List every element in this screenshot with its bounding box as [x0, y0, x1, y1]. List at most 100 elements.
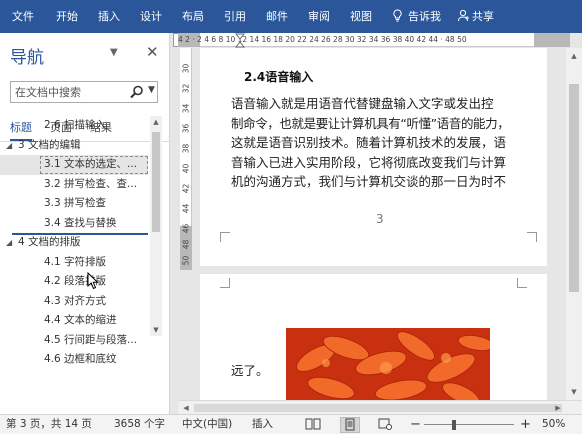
- tree-item[interactable]: 3.3 拼写检查: [0, 194, 148, 214]
- print-layout-button[interactable]: [340, 417, 360, 433]
- page-number: 3: [376, 212, 384, 226]
- body-paragraph: 远了。: [231, 363, 269, 378]
- ruler-tick-label: 40: [181, 163, 191, 174]
- heading-tree: 2.6 扫描输入 ◢ 3 文档的编辑 3.1 文本的选定、... 3.2 拼写检查…: [0, 116, 148, 370]
- ruler-tick-label: 30: [181, 63, 191, 74]
- share-button[interactable]: 共享: [451, 0, 504, 33]
- scroll-down-icon[interactable]: ▼: [568, 386, 580, 398]
- insert-mode[interactable]: 插入: [252, 415, 273, 434]
- page-icon: [345, 418, 355, 431]
- tree-item-label: 4 文档的排版: [18, 236, 81, 248]
- flower-image[interactable]: [286, 328, 490, 400]
- tree-item[interactable]: 4.1 字符排版: [0, 253, 148, 273]
- ruler-tick-label: 42: [181, 183, 191, 194]
- collapse-triangle-icon[interactable]: ◢: [6, 233, 12, 253]
- zoom-out-button[interactable]: −: [410, 415, 421, 434]
- drop-indicator: [12, 233, 148, 235]
- tree-item-label: 4.5 行间距与段落...: [44, 333, 138, 346]
- paragraph-line: 机的沟通方式，我们与计算机交谈的那一日为时不: [231, 174, 507, 189]
- tree-item-label: 3.3 拼写检查: [44, 197, 107, 209]
- person-icon: [458, 9, 469, 22]
- collapse-triangle-icon[interactable]: ◢: [6, 136, 12, 156]
- body-paragraph: 语音输入就是用语音代替键盘输入文字或发出控 制命令，也就是要让计算机具有“听懂”…: [231, 94, 535, 192]
- tree-item-label: 2.6 扫描输入: [44, 119, 107, 131]
- tree-item[interactable]: 4.4 文本的缩进: [0, 311, 148, 331]
- mouse-cursor-icon: [87, 272, 99, 290]
- paragraph-line: 音输入已进入实用阶段，它将彻底改变我们与计算: [231, 154, 507, 170]
- tree-item-label: 4.3 对齐方式: [44, 294, 107, 307]
- search-input[interactable]: [11, 82, 123, 102]
- web-page-icon: [378, 418, 392, 430]
- tree-item-label: 4.6 边框和底纹: [44, 353, 117, 365]
- zoom-slider[interactable]: [424, 424, 514, 425]
- ribbon-tabs: 文件 开始 插入 设计 布局 引用 邮件 审阅 视图 告诉我 共享: [0, 0, 582, 33]
- tree-item[interactable]: 4.6 边框和底纹: [0, 350, 148, 370]
- scroll-left-icon[interactable]: ◀: [180, 401, 192, 415]
- document-page[interactable]: 2.4语音输入 语音输入就是用语音代替键盘输入文字或发出控 制命令，也就是要让计…: [200, 48, 547, 266]
- crop-mark: [517, 278, 527, 288]
- ruler-tick-label: 38: [181, 143, 191, 154]
- tree-item[interactable]: 3.4 查找与替换: [0, 214, 148, 234]
- indent-marker-icon[interactable]: [235, 33, 245, 49]
- zoom-level[interactable]: 50%: [542, 415, 565, 434]
- tab-references[interactable]: 引用: [214, 0, 256, 33]
- tree-item[interactable]: 4.5 行间距与段落...: [0, 331, 148, 351]
- tree-item[interactable]: ◢ 3 文档的编辑: [0, 136, 148, 156]
- language-status[interactable]: 中文(中国): [182, 415, 232, 434]
- tell-me-button[interactable]: 告诉我: [382, 0, 451, 33]
- zoom-slider-thumb[interactable]: [452, 420, 456, 430]
- tab-mailings[interactable]: 邮件: [256, 0, 298, 33]
- word-count[interactable]: 3658 个字: [114, 415, 165, 434]
- scroll-thumb[interactable]: [152, 132, 160, 232]
- horizontal-scrollbar[interactable]: ◀ ▶: [178, 400, 582, 414]
- ruler-tick-label: 34: [181, 103, 191, 114]
- vertical-scrollbar[interactable]: ▲ ▼: [566, 48, 582, 400]
- tab-design[interactable]: 设计: [130, 0, 172, 33]
- search-options-icon[interactable]: ▼: [148, 85, 155, 95]
- nav-search-box: ▼: [10, 81, 158, 103]
- paragraph-line: 语音输入就是用语音代替键盘输入文字或发出控: [231, 96, 494, 111]
- ruler-tick-label: 32: [181, 83, 191, 94]
- tree-item-label: 3 文档的编辑: [18, 138, 81, 151]
- read-mode-button[interactable]: [304, 417, 324, 433]
- document-area[interactable]: 2.4语音输入 语音输入就是用语音代替键盘输入文字或发出控 制命令，也就是要让计…: [192, 48, 566, 400]
- tab-insert[interactable]: 插入: [88, 0, 130, 33]
- scroll-thumb[interactable]: [569, 84, 579, 292]
- ruler-tick-label: 44: [181, 203, 191, 214]
- tree-item-label: 3.2 拼写检查、查...: [44, 177, 138, 190]
- crop-mark: [527, 232, 537, 242]
- zoom-in-button[interactable]: +: [520, 415, 531, 434]
- tab-layout[interactable]: 布局: [172, 0, 214, 33]
- scroll-up-icon[interactable]: ▲: [568, 50, 580, 62]
- scroll-down-icon[interactable]: ▼: [150, 324, 162, 336]
- tree-item[interactable]: 2.6 扫描输入: [0, 116, 148, 136]
- tree-item[interactable]: ◢ 4 文档的排版: [0, 233, 148, 253]
- tab-view[interactable]: 视图: [340, 0, 382, 33]
- paragraph-line: 这就是语音识别技术。随着计算机技术的发展，语: [231, 135, 507, 150]
- scroll-up-icon[interactable]: ▲: [150, 116, 162, 128]
- tab-file[interactable]: 文件: [0, 0, 46, 33]
- status-bar: 第 3 页，共 14 页 3658 个字 中文(中国) 插入 − + 50%: [0, 414, 582, 434]
- tree-item[interactable]: 4.2 段落排版: [0, 272, 148, 292]
- crop-mark: [220, 232, 230, 242]
- tree-item[interactable]: 4.3 对齐方式: [0, 292, 148, 312]
- tree-item[interactable]: 3.2 拼写检查、查...: [0, 175, 148, 195]
- tab-review[interactable]: 审阅: [298, 0, 340, 33]
- search-icon[interactable]: [129, 84, 145, 100]
- chevron-down-icon[interactable]: ▼: [110, 47, 118, 58]
- scroll-right-icon[interactable]: ▶: [552, 401, 564, 415]
- tab-home[interactable]: 开始: [46, 0, 88, 33]
- vertical-ruler[interactable]: 30 32 34 36 38 40 42 44 46 48 50: [180, 48, 192, 270]
- section-heading: 2.4语音输入: [244, 70, 314, 84]
- tree-item-label: 3.1 文本的选定、...: [44, 158, 138, 170]
- tree-item-label: 3.4 查找与替换: [44, 216, 117, 229]
- tree-item-selected[interactable]: 3.1 文本的选定、...: [0, 155, 148, 175]
- lightbulb-icon: [393, 9, 402, 22]
- close-icon[interactable]: ✕: [146, 43, 159, 61]
- nav-scrollbar[interactable]: ▲ ▼: [150, 116, 162, 336]
- paragraph-line: 制命令，也就是要让计算机具有“听懂”语音的能力，: [231, 115, 510, 131]
- scroll-thumb[interactable]: [194, 404, 562, 412]
- tell-me-label: 告诉我: [408, 10, 441, 23]
- page-count[interactable]: 第 3 页，共 14 页: [6, 415, 92, 434]
- web-layout-button[interactable]: [376, 417, 396, 433]
